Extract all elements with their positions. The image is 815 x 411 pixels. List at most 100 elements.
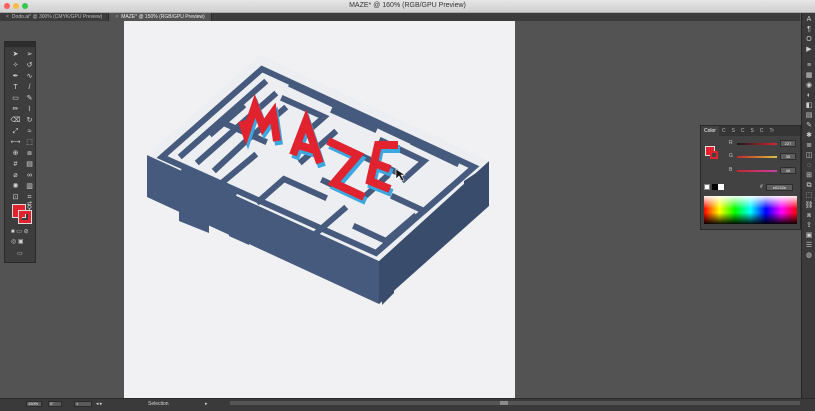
status-bar: 150% 0° 1 ◂ ▸ Selection ▸ <box>0 398 815 411</box>
curvature-icon[interactable]: ∿ <box>24 72 35 82</box>
page-nav-icon[interactable]: ◂ ▸ <box>96 401 102 407</box>
none-swatch-icon[interactable] <box>704 184 710 190</box>
stroke-color-chip[interactable] <box>710 151 718 159</box>
pathfinder-icon[interactable]: ⧉ <box>802 181 815 191</box>
red-value-field[interactable]: 227 <box>780 140 796 147</box>
right-panel-dock: A ¶ O ▶ ≡ ▦ ◉ ◐ ◧ ▤ ✎ ✱ ≣ ◫ ◌ ⊞ ⧉ ⬚ ⛓ ⧈ … <box>801 13 815 411</box>
pencil-icon[interactable]: ✏ <box>10 105 21 115</box>
brushes-icon[interactable]: ✎ <box>802 121 815 131</box>
paragraph-icon[interactable]: ¶ <box>802 25 815 35</box>
tab-dodo[interactable]: × Dodo.ai* @ 300% (CMYK/GPU Preview) <box>0 13 110 21</box>
color-mode-icon[interactable]: ■ ▭ ⊘ <box>11 228 29 235</box>
pen-icon[interactable]: ✒ <box>10 72 21 82</box>
color-panel-tabs: Color C S C S C Tr <box>701 126 800 136</box>
libraries-icon[interactable]: ▣ <box>802 231 815 241</box>
graphic-styles-icon[interactable]: ◐ <box>802 91 815 101</box>
tab-swatches[interactable]: C <box>719 128 729 134</box>
rotation-field[interactable]: 0° <box>48 401 62 407</box>
perspective-icon[interactable]: ⧈ <box>24 149 35 159</box>
shape-builder-icon[interactable]: ⊕ <box>10 149 21 159</box>
page-field[interactable]: 1 <box>74 401 92 407</box>
tool-grid: ➤➢✧↺✒∿T/▭✎✏⌇⌫↻⤢≈⟷⬚⊕⧈#▤⌀∞✺▥⊡⌗✋⚲ <box>5 47 35 214</box>
transform-icon[interactable]: ⬚ <box>802 191 815 201</box>
paintbrush-icon[interactable]: ✎ <box>24 94 35 104</box>
line-icon[interactable]: / <box>24 83 35 93</box>
slider-label: B <box>729 167 733 173</box>
artboard[interactable] <box>124 21 515 398</box>
type-icon[interactable]: T <box>10 83 21 93</box>
artboards-icon[interactable]: ▦ <box>802 71 815 81</box>
tab-label: MAZE* @ 150% (RGB/GPU Preview) <box>121 14 205 20</box>
tab-color-guide[interactable]: C <box>738 128 748 134</box>
scrollbar-thumb[interactable] <box>500 401 508 405</box>
screen-mode-icon[interactable]: ▭ <box>17 250 23 257</box>
width-icon[interactable]: ⟷ <box>10 138 21 148</box>
color-panel: Color C S C S C Tr R 227 G 35 B 46 # e02… <box>700 125 801 230</box>
slider-label: G <box>729 153 733 159</box>
opentype-icon[interactable]: O <box>802 35 815 45</box>
close-tab-icon[interactable]: × <box>115 13 118 21</box>
slider-track[interactable] <box>737 143 777 145</box>
gradient-icon[interactable]: ◫ <box>802 151 815 161</box>
tab-maze[interactable]: × MAZE* @ 150% (RGB/GPU Preview) <box>109 13 212 21</box>
navigator-icon[interactable]: ◍ <box>802 251 815 261</box>
green-slider[interactable]: G 35 <box>729 153 799 161</box>
blue-value-field[interactable]: 46 <box>780 167 796 174</box>
slider-label: R <box>729 140 733 146</box>
character-icon[interactable]: A <box>802 15 815 25</box>
direct-selection-icon[interactable]: ➢ <box>24 50 35 60</box>
draw-mode-icon[interactable]: ◎ ▣ <box>11 238 24 245</box>
mesh-icon[interactable]: # <box>10 160 21 170</box>
lasso-icon[interactable]: ↺ <box>24 61 35 71</box>
status-menu-icon[interactable]: ▸ <box>205 401 208 407</box>
eyedropper-icon[interactable]: ⌀ <box>10 171 21 181</box>
rectangle-icon[interactable]: ▭ <box>10 94 21 104</box>
red-slider[interactable]: R 227 <box>729 140 799 148</box>
close-tab-icon[interactable]: × <box>6 13 9 21</box>
tab-symbols[interactable]: S <box>748 128 757 134</box>
appearance-icon[interactable]: ◉ <box>802 81 815 91</box>
slider-track[interactable] <box>737 156 777 158</box>
tab-stroke[interactable]: S <box>729 128 738 134</box>
rotate-icon[interactable]: ↻ <box>24 116 35 126</box>
swap-colors-icon[interactable]: ⇄ <box>27 200 32 207</box>
symbol-sprayer-icon[interactable]: ✺ <box>10 182 21 192</box>
blend-icon[interactable]: ∞ <box>24 171 35 181</box>
stroke-swatch[interactable] <box>18 210 32 224</box>
asset-export-icon[interactable]: ⇪ <box>802 221 815 231</box>
stroke-icon[interactable]: ≣ <box>802 141 815 151</box>
title-bar: MAZE* @ 160% (RGB/GPU Preview) <box>0 0 815 13</box>
align-icon[interactable]: ⊞ <box>802 171 815 181</box>
tab-transparency[interactable]: Tr <box>767 128 778 134</box>
maze-artwork[interactable] <box>124 21 515 398</box>
color-spectrum[interactable] <box>704 196 797 224</box>
graph-icon[interactable]: ▥ <box>24 182 35 192</box>
eraser-icon[interactable]: ⌫ <box>10 116 21 126</box>
properties-icon[interactable]: ☰ <box>802 241 815 251</box>
selection-icon[interactable]: ➤ <box>10 50 21 60</box>
window-title: MAZE* @ 160% (RGB/GPU Preview) <box>349 2 466 9</box>
scale-icon[interactable]: ⤢ <box>10 127 21 137</box>
blue-slider[interactable]: B 46 <box>729 167 799 175</box>
tab-color[interactable]: Color <box>701 126 719 136</box>
green-value-field[interactable]: 35 <box>780 153 796 160</box>
color-icon[interactable]: ◧ <box>802 101 815 111</box>
white-swatch[interactable] <box>718 184 724 190</box>
slider-track[interactable] <box>737 170 777 172</box>
image-trace-icon[interactable]: ⧈ <box>802 211 815 221</box>
swatches-icon[interactable]: ▤ <box>802 111 815 121</box>
play-icon[interactable]: ▶ <box>802 45 815 55</box>
transparency-icon[interactable]: ◌ <box>802 161 815 171</box>
zoom-field[interactable]: 150% <box>26 401 42 407</box>
warp-icon[interactable]: ≈ <box>24 127 35 137</box>
tab-character[interactable]: C <box>757 128 767 134</box>
gradient-icon[interactable]: ▤ <box>24 160 35 170</box>
shaper-icon[interactable]: ⌇ <box>24 105 35 115</box>
magic-wand-icon[interactable]: ✧ <box>10 61 21 71</box>
free-transform-icon[interactable]: ⬚ <box>24 138 35 148</box>
symbols-icon[interactable]: ✱ <box>802 131 815 141</box>
layers-icon[interactable]: ≡ <box>802 61 815 71</box>
horizontal-scrollbar[interactable] <box>230 401 800 405</box>
links-icon[interactable]: ⛓ <box>802 201 815 211</box>
hex-input[interactable]: e0232e <box>766 184 793 191</box>
